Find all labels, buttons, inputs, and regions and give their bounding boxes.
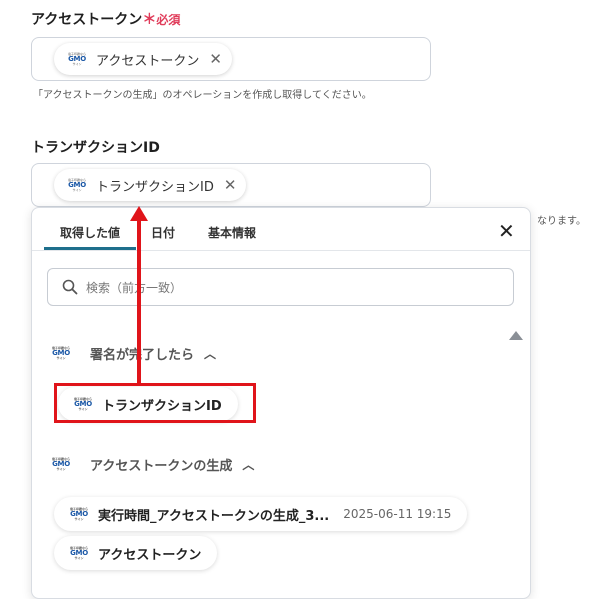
- annotation-arrow-head: [130, 206, 148, 221]
- list-item[interactable]: 電子印鑑なら GMO サイン 実行時間_アクセストークンの生成_3... 2025-…: [54, 497, 468, 531]
- scroll-up-icon[interactable]: [509, 331, 523, 340]
- tab-date[interactable]: 日付: [151, 224, 175, 241]
- group-header-signature-complete[interactable]: 電子印鑑なら GMO サイン 署名が完了したら ︿: [48, 344, 217, 364]
- group-header-access-token-generation[interactable]: 電子印鑑なら GMO サイン アクセストークンの生成 ︿: [48, 455, 255, 475]
- close-icon[interactable]: ✕: [209, 50, 222, 68]
- group-title: 署名が完了したら: [90, 348, 195, 363]
- close-icon[interactable]: ✕: [224, 176, 237, 194]
- chip-label: アクセストークン: [96, 53, 200, 69]
- transaction-id-field[interactable]: 電子印鑑なら GMO サイン トランザクションID ✕: [31, 163, 431, 207]
- access-token-field[interactable]: 電子印鑑なら GMO サイン アクセストークン ✕: [31, 37, 431, 81]
- required-mark: ＊: [142, 12, 157, 28]
- group-title: アクセストークンの生成: [90, 459, 233, 474]
- list-item-value: 2025-06-11 19:15: [343, 507, 452, 521]
- annotation-highlight-box: [54, 383, 256, 423]
- transaction-id-help: なります。: [537, 216, 586, 227]
- gmo-sign-logo: 電子印鑑なら GMO サイン: [69, 545, 88, 560]
- tab-basic-info[interactable]: 基本情報: [208, 224, 256, 241]
- list-item-label: アクセストークン: [98, 547, 202, 563]
- list-item-label: 実行時間_アクセストークンの生成_3...: [98, 508, 330, 524]
- required-text: 必須: [156, 13, 181, 27]
- transaction-id-chip[interactable]: 電子印鑑なら GMO サイン トランザクションID ✕: [54, 169, 247, 201]
- transaction-id-label: トランザクションID: [31, 140, 160, 156]
- tab-acquired-values[interactable]: 取得した値: [60, 224, 120, 241]
- gmo-sign-logo: 電子印鑑なら GMO サイン: [51, 346, 70, 360]
- tab-divider: [32, 250, 530, 251]
- chip-label: トランザクションID: [96, 179, 214, 195]
- access-token-help: 「アクセストークンの生成」のオペレーションを作成し取得してください。: [33, 90, 372, 101]
- gmo-sign-logo: 電子印鑑なら GMO サイン: [69, 506, 88, 521]
- access-token-chip[interactable]: 電子印鑑なら GMO サイン アクセストークン ✕: [54, 43, 232, 75]
- access-token-label: アクセストークン＊必須: [31, 12, 181, 28]
- search-icon: [62, 279, 78, 295]
- list-item[interactable]: 電子印鑑なら GMO サイン アクセストークン: [54, 536, 218, 570]
- gmo-sign-logo: 電子印鑑なら GMO サイン: [51, 457, 70, 471]
- chevron-up-icon: ︿: [204, 347, 217, 361]
- chevron-up-icon: ︿: [242, 458, 255, 472]
- close-icon[interactable]: ✕: [498, 219, 515, 243]
- annotation-arrow: [137, 214, 141, 384]
- search-placeholder: 検索（前方一致）: [86, 280, 183, 295]
- gmo-sign-logo: 電子印鑑なら GMO サイン: [67, 51, 86, 66]
- search-input[interactable]: 検索（前方一致）: [47, 268, 514, 306]
- gmo-sign-logo: 電子印鑑なら GMO サイン: [67, 177, 86, 192]
